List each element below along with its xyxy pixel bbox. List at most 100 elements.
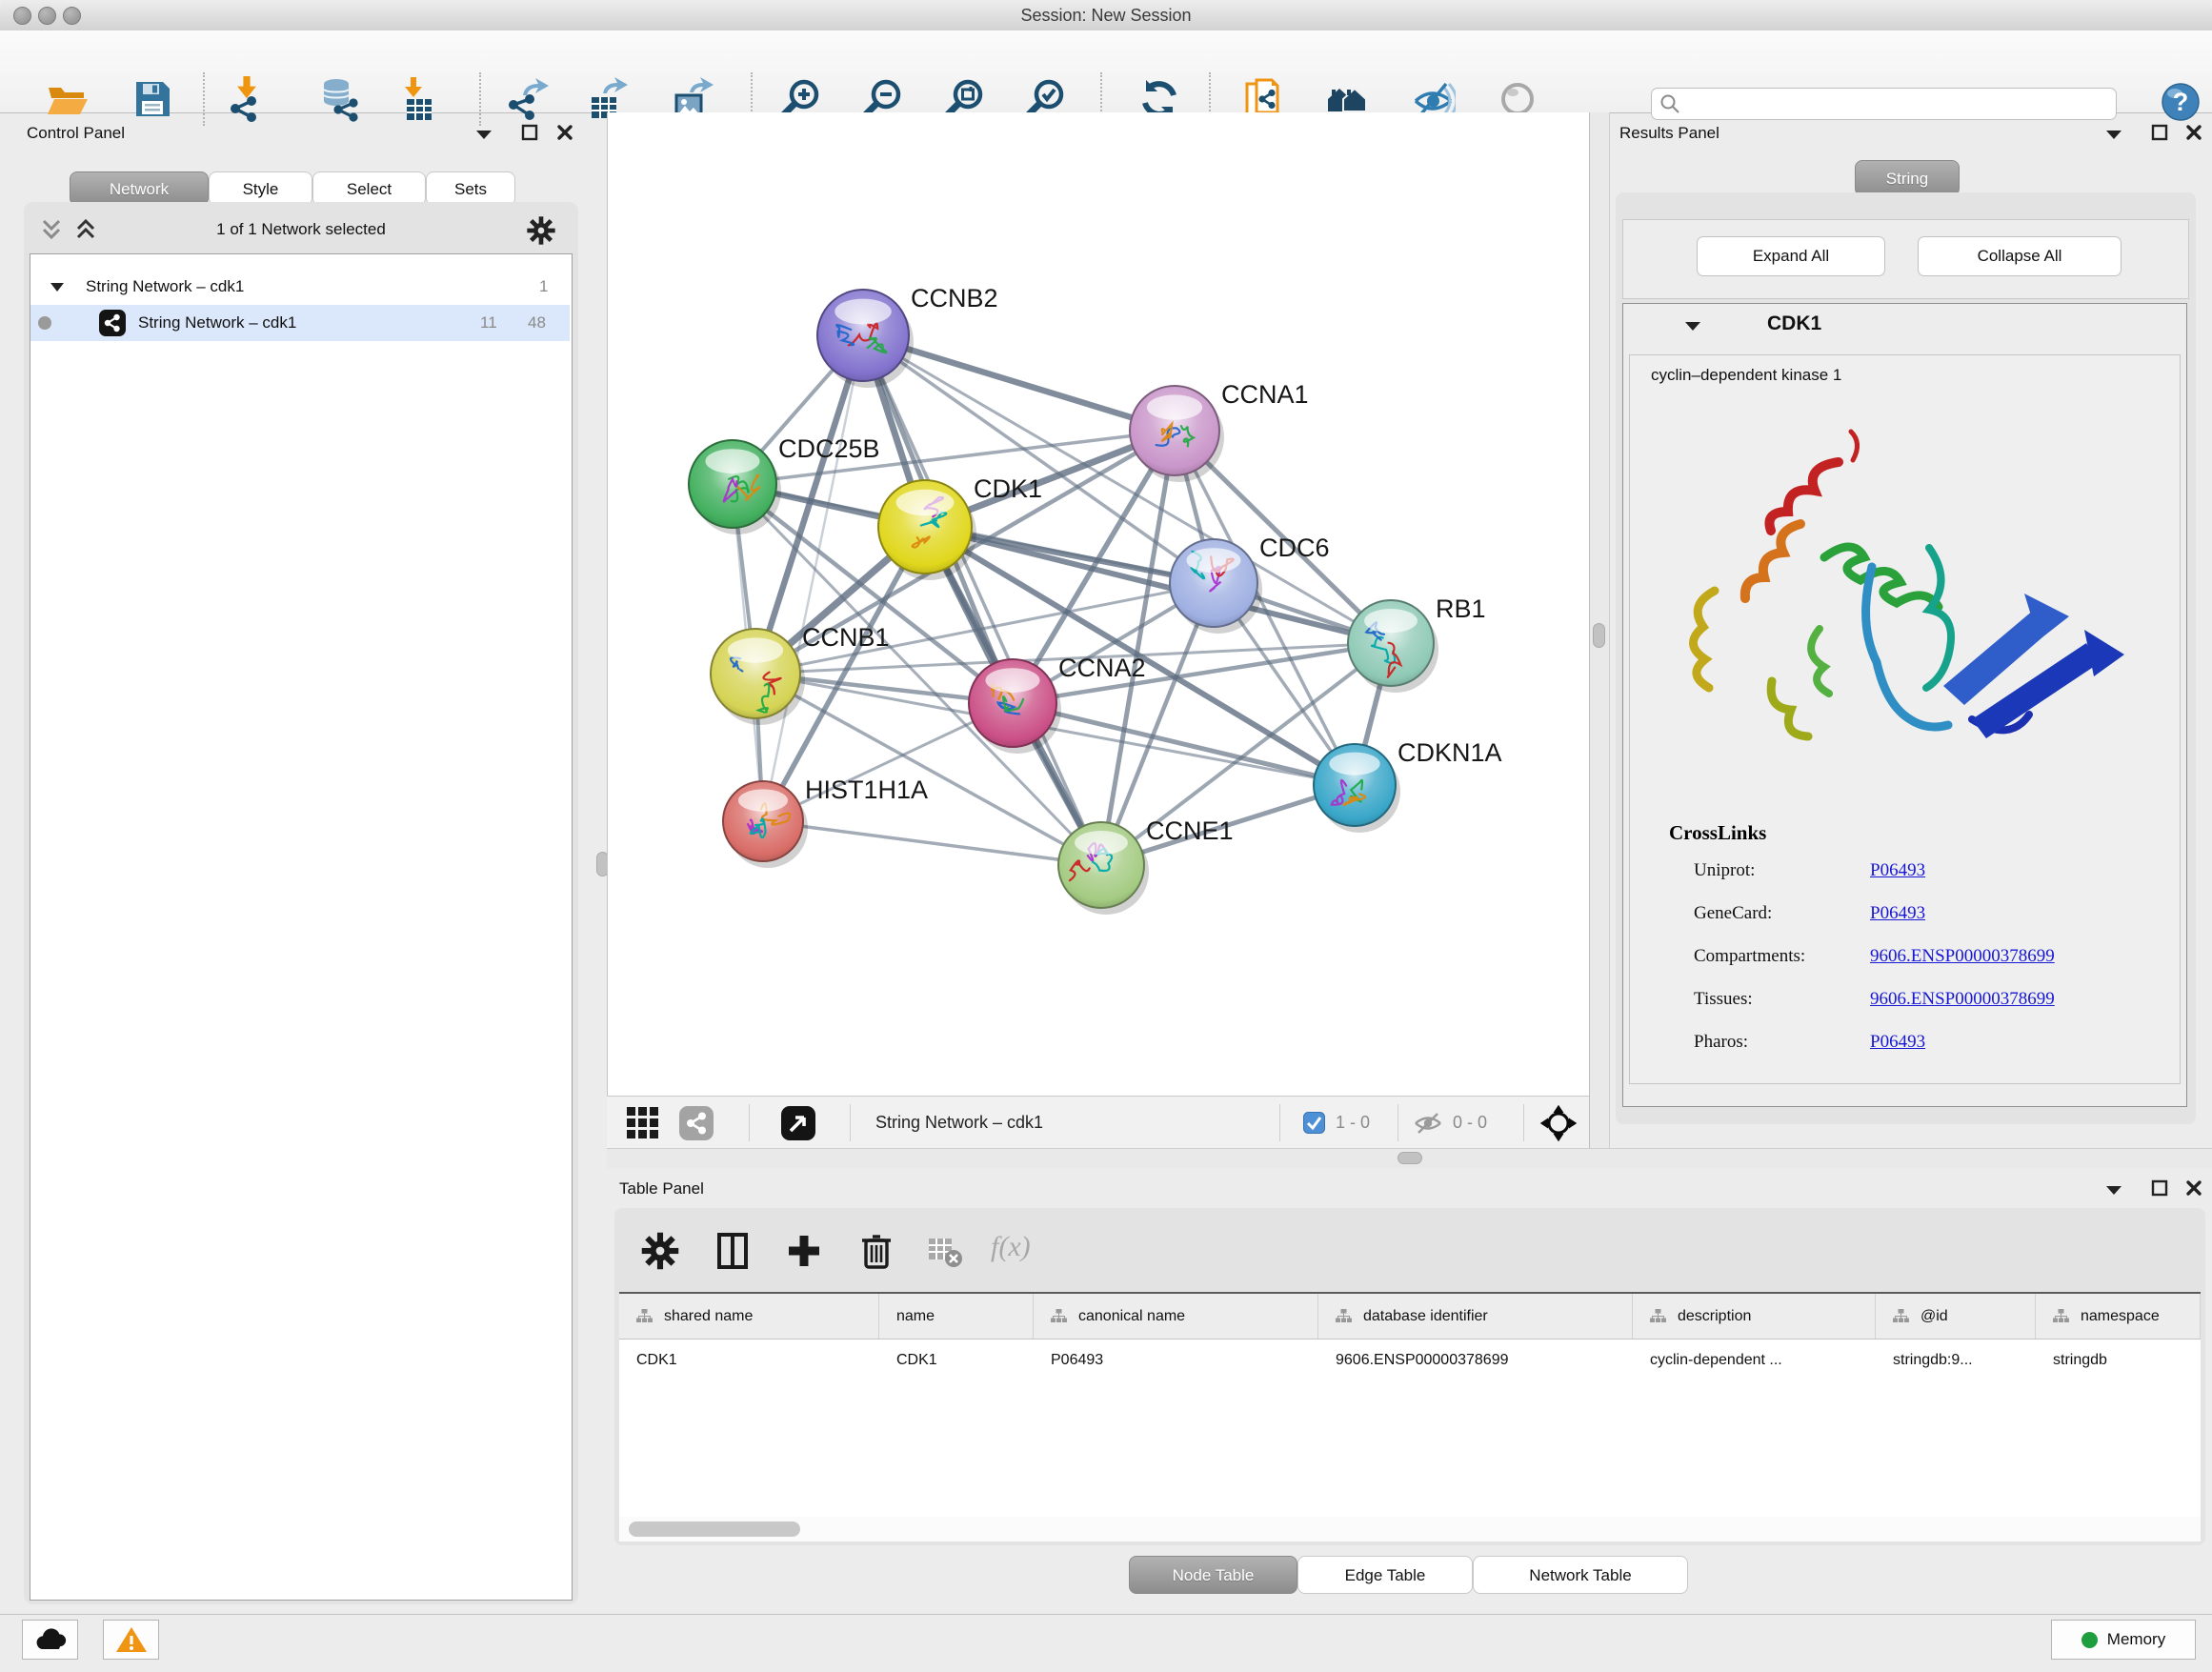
create-column-icon[interactable] [784,1231,824,1271]
import-network-file-icon[interactable] [226,76,271,122]
network-node-CCNE1[interactable] [1058,822,1149,915]
table-options-gear-icon[interactable] [640,1231,680,1271]
tab-network[interactable]: Network [70,171,209,206]
tab-sets[interactable]: Sets [426,171,515,206]
search-box[interactable] [1651,88,2117,120]
protein-section-collapse-icon[interactable] [1684,320,1701,332]
network-edge[interactable] [1013,703,1355,785]
node-label-HIST1H1A: HIST1H1A [805,776,928,804]
protein-structure-image [1658,405,2182,805]
column-header-3[interactable]: database identifier [1318,1294,1633,1339]
network-collection-row[interactable]: String Network – cdk1 1 [30,269,570,305]
tab-string[interactable]: String [1855,160,1960,196]
crosslink-label: Uniprot: [1694,860,1755,880]
save-session-icon[interactable] [130,76,175,122]
network-node-CDC25B[interactable] [689,440,781,534]
cloud-icon [32,1626,69,1653]
show-columns-icon[interactable] [713,1231,753,1271]
table-horizontal-scrollbar[interactable] [619,1517,2201,1541]
scrollbar-thumb[interactable] [629,1521,800,1537]
table-cell[interactable]: P06493 [1034,1340,1318,1381]
grid-view-icon[interactable] [626,1106,660,1140]
import-network-database-icon[interactable] [317,76,363,122]
network-edge-count: 48 [528,305,546,341]
network-options-gear-icon[interactable] [526,215,556,246]
network-node-CCNA1[interactable] [1130,386,1224,482]
results-panel-float-icon[interactable] [2151,124,2168,141]
network-node-CDK1[interactable] [878,480,976,580]
search-input[interactable] [1684,90,2112,118]
node-label-CCNE1: CCNE1 [1146,816,1234,845]
network-node-RB1[interactable] [1348,600,1438,693]
collapse-all-button[interactable]: Collapse All [1918,236,2122,276]
export-network-file-icon[interactable] [506,76,552,122]
shared-column-icon [1051,1309,1067,1323]
table-panel-close-icon[interactable] [2185,1179,2202,1197]
birdseye-crosshair-icon[interactable] [1538,1102,1579,1144]
collection-expand-icon[interactable] [50,282,65,292]
tab-select[interactable]: Select [312,171,426,206]
table-panel-title: Table Panel [619,1179,704,1199]
control-panel-close-icon[interactable] [556,124,573,141]
column-header-0[interactable]: shared name [619,1294,879,1339]
table-panel-float-icon[interactable] [2151,1179,2168,1197]
crosslink-link[interactable]: P06493 [1870,1032,1925,1053]
share-view-icon[interactable] [679,1106,714,1140]
delete-table-icon[interactable] [924,1231,964,1271]
column-header-5[interactable]: @id [1876,1294,2036,1339]
right-splitter-handle[interactable] [1593,623,1605,648]
control-panel-menu-icon[interactable] [475,129,493,140]
results-panel-menu-icon[interactable] [2105,129,2122,140]
network-node-CDKN1A[interactable] [1314,744,1400,833]
column-header-label: database identifier [1363,1308,1488,1325]
crosslink-link[interactable]: P06493 [1870,903,1925,924]
column-header-4[interactable]: description [1633,1294,1876,1339]
table-cell[interactable]: 9606.ENSP00000378699 [1318,1340,1633,1381]
column-header-1[interactable]: name [879,1294,1034,1339]
control-panel-float-icon[interactable] [521,124,538,141]
expand-all-button[interactable]: Expand All [1697,236,1885,276]
network-edge[interactable] [763,335,863,821]
svg-text:?: ? [2173,88,2189,116]
table-row[interactable]: CDK1CDK1P064939606.ENSP00000378699cyclin… [619,1340,2201,1381]
table-cell[interactable]: CDK1 [879,1340,1034,1381]
open-file-icon[interactable] [44,76,90,122]
title-bar: Session: New Session [0,0,2212,31]
network-node-CDC6[interactable] [1170,539,1262,634]
column-header-6[interactable]: namespace [2036,1294,2201,1339]
open-in-window-icon[interactable] [781,1106,815,1140]
network-node-CCNA2[interactable] [969,659,1061,754]
warning-status-button[interactable] [103,1620,159,1660]
tab-node-table[interactable]: Node Table [1129,1556,1297,1594]
table-cell[interactable]: cyclin-dependent ... [1633,1340,1876,1381]
crosslink-link[interactable]: P06493 [1870,860,1925,881]
results-panel-close-icon[interactable] [2185,124,2202,141]
tab-edge-table[interactable]: Edge Table [1297,1556,1473,1594]
memory-status-button[interactable]: Memory [2051,1620,2196,1660]
table-cell[interactable]: stringdb:9... [1876,1340,2036,1381]
network-node-HIST1H1A[interactable] [723,781,808,868]
hidden-eye-icon[interactable] [1413,1111,1443,1136]
column-header-2[interactable]: canonical name [1034,1294,1318,1339]
status-bar [0,1614,2212,1672]
table-panel-menu-icon[interactable] [2105,1184,2122,1196]
table-cell[interactable]: stringdb [2036,1340,2201,1381]
table-cell[interactable]: CDK1 [619,1340,879,1381]
network-canvas[interactable]: CCNB2CCNA1CDC25BCDK1CDC6RB1CCNB1CCNA2CDK… [607,112,1590,1096]
selected-checkbox-icon[interactable] [1303,1112,1325,1134]
import-table-file-icon[interactable] [395,76,441,122]
tab-style[interactable]: Style [209,171,312,206]
help-icon[interactable]: ? [2160,81,2205,127]
crosslink-link[interactable]: 9606.ENSP00000378699 [1870,946,2055,967]
network-label: String Network – cdk1 [138,305,296,341]
shared-column-icon [1650,1309,1666,1323]
bottom-splitter-handle[interactable] [1398,1152,1422,1164]
cloud-status-button[interactable] [22,1620,78,1660]
crosslink-link[interactable]: 9606.ENSP00000378699 [1870,989,2055,1010]
delete-column-icon[interactable] [856,1231,896,1271]
tab-network-table[interactable]: Network Table [1473,1556,1688,1594]
network-graph[interactable]: CCNB2CCNA1CDC25BCDK1CDC6RB1CCNB1CCNA2CDK… [608,112,1590,1096]
results-panel-title: Results Panel [1619,124,1719,143]
network-row[interactable]: String Network – cdk1 11 48 [30,305,570,341]
network-edge[interactable] [763,821,1101,865]
